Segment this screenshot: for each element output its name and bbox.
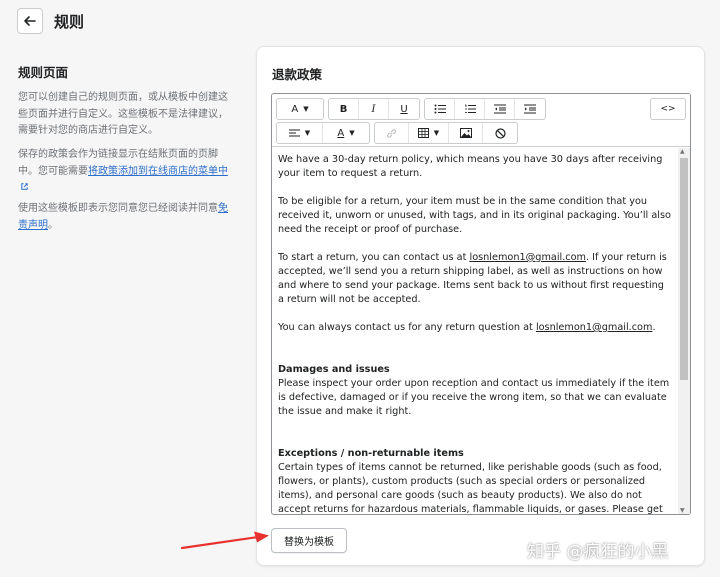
content-paragraph: Certain types of items cannot be returne… bbox=[278, 462, 663, 514]
arrow-left-icon bbox=[24, 16, 36, 26]
align-dropdown[interactable]: ▼ bbox=[277, 123, 323, 143]
content-text: . bbox=[652, 322, 656, 333]
underline-button[interactable]: U bbox=[389, 99, 419, 119]
external-link-icon bbox=[21, 183, 28, 190]
section-description: 您可以创建自己的规则页面，或从模板中创建这些页面并进行自定义。这些模板不是法律建… bbox=[18, 92, 228, 136]
content-paragraph: To start a return, you can contact us at… bbox=[278, 251, 672, 307]
underline-label: U bbox=[400, 103, 408, 115]
align-left-icon bbox=[288, 129, 300, 136]
numbered-list-icon bbox=[464, 104, 476, 113]
scroll-thumb[interactable] bbox=[680, 158, 688, 380]
caret-down-icon: ▼ bbox=[349, 129, 355, 137]
scroll-down-icon[interactable]: ▼ bbox=[680, 507, 685, 514]
watermark: 知乎 @疯狂的小黑 bbox=[527, 542, 669, 562]
content-paragraph: To be eligible for a return, your item m… bbox=[278, 196, 671, 235]
table-icon bbox=[417, 128, 429, 138]
rich-text-editor[interactable]: A ▼ B I U <> ▼ A ▼ ▼ We have a 30-day re… bbox=[271, 93, 691, 515]
show-html-button[interactable]: <> bbox=[651, 99, 685, 119]
insert-table-dropdown[interactable]: ▼ bbox=[409, 123, 449, 143]
card-title: 退款政策 bbox=[272, 67, 323, 82]
page-title: 规则 bbox=[54, 13, 85, 31]
numbered-list-button[interactable] bbox=[455, 99, 485, 119]
refund-policy-card: 退款政策 A ▼ B I U <> ▼ A ▼ ▼ We have a 30-d… bbox=[256, 46, 705, 566]
image-icon bbox=[459, 128, 472, 138]
editor-toolbar: A ▼ B I U <> ▼ A ▼ ▼ bbox=[272, 94, 690, 147]
text-color-label: A bbox=[337, 127, 345, 139]
clear-format-icon bbox=[494, 127, 506, 139]
section-title: 规则页面 bbox=[18, 65, 69, 80]
text-color-dropdown[interactable]: A ▼ bbox=[323, 123, 369, 143]
caret-down-icon: ▼ bbox=[433, 129, 440, 137]
insert-image-button[interactable] bbox=[449, 123, 483, 143]
editor-scrollbar[interactable]: ▲ ▼ bbox=[678, 148, 690, 514]
bullet-list-icon bbox=[434, 104, 446, 114]
content-text: To start a return, you can contact us at bbox=[278, 252, 470, 263]
back-button[interactable] bbox=[17, 8, 43, 34]
bullet-list-button[interactable] bbox=[425, 99, 455, 119]
italic-button[interactable]: I bbox=[359, 99, 389, 119]
link-icon bbox=[387, 128, 396, 138]
content-text: You can always contact us for any return… bbox=[278, 322, 536, 333]
caret-down-icon: ▼ bbox=[303, 105, 309, 113]
email-link[interactable]: losnlemon1@gmail.com bbox=[470, 252, 587, 263]
editor-content[interactable]: We have a 30-day return policy, which me… bbox=[272, 148, 678, 514]
insert-link-button[interactable] bbox=[375, 123, 409, 143]
italic-label: I bbox=[371, 103, 376, 115]
scroll-up-icon[interactable]: ▲ bbox=[680, 148, 685, 155]
content-heading: Damages and issues bbox=[278, 364, 390, 375]
section-note: 保存的政策会作为链接显示在结账页面的页脚中。您可能需要将政策添加到在线商店的菜单… bbox=[18, 147, 233, 197]
replace-with-template-button[interactable]: 替换为模板 bbox=[271, 528, 347, 553]
disclaimer-end: 。 bbox=[48, 219, 58, 231]
font-style-dropdown[interactable]: A ▼ bbox=[277, 99, 323, 119]
add-policy-to-menu-link[interactable]: 将政策添加到在线商店的菜单中 bbox=[88, 166, 228, 177]
indent-icon bbox=[524, 104, 536, 114]
content-paragraph: You can always contact us for any return… bbox=[278, 321, 672, 335]
outdent-icon bbox=[493, 104, 506, 114]
outdent-button[interactable] bbox=[485, 99, 515, 119]
disclaimer-text: 使用这些模板即表示您同意您已经阅读并同意 bbox=[18, 203, 218, 214]
indent-button[interactable] bbox=[515, 99, 545, 119]
clear-formatting-button[interactable] bbox=[483, 123, 517, 143]
email-link[interactable]: losnlemon1@gmail.com bbox=[536, 322, 653, 333]
bold-button[interactable]: B bbox=[329, 99, 359, 119]
annotation-arrow bbox=[180, 531, 269, 550]
disclaimer-note: 使用这些模板即表示您同意您已经阅读并同意免责声明。 bbox=[18, 201, 233, 234]
content-heading: Exceptions / non-returnable items bbox=[278, 448, 464, 459]
bold-label: B bbox=[339, 103, 348, 115]
content-paragraph: Please inspect your order upon reception… bbox=[278, 378, 670, 417]
font-label: A bbox=[291, 103, 299, 115]
caret-down-icon: ▼ bbox=[304, 129, 311, 137]
content-paragraph: We have a 30-day return policy, which me… bbox=[278, 154, 663, 179]
